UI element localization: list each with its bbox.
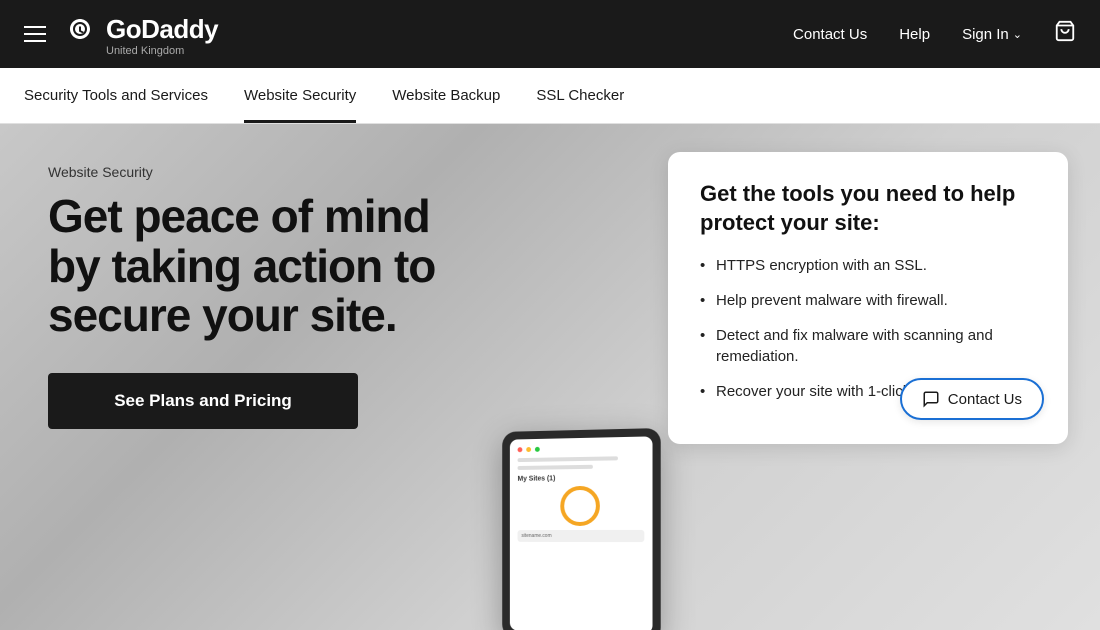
chevron-down-icon: ⌄ bbox=[1013, 28, 1022, 41]
logo-area: GoDaddy United Kingdom bbox=[62, 11, 218, 57]
hero-title: Get peace of mind by taking action to se… bbox=[48, 192, 440, 341]
tablet-title: My Sites (1) bbox=[518, 474, 645, 483]
tablet-line-1 bbox=[518, 456, 619, 462]
cart-icon[interactable] bbox=[1054, 20, 1076, 48]
nav-item-website-security[interactable]: Website Security bbox=[226, 68, 374, 123]
contact-us-nav-link[interactable]: Contact Us bbox=[793, 26, 867, 43]
sign-in-label: Sign In bbox=[962, 26, 1009, 43]
help-nav-link[interactable]: Help bbox=[899, 26, 930, 43]
dot-red bbox=[518, 447, 523, 452]
info-card-item-1: HTTPS encryption with an SSL. bbox=[700, 255, 1036, 276]
hero-left: Website Security Get peace of mind by ta… bbox=[0, 124, 480, 630]
dot-green bbox=[535, 447, 540, 452]
nav-item-website-backup[interactable]: Website Backup bbox=[374, 68, 518, 123]
brand-name: GoDaddy bbox=[106, 14, 218, 45]
chat-icon bbox=[922, 390, 940, 408]
secondary-nav: Security Tools and Services Website Secu… bbox=[0, 68, 1100, 124]
nav-item-security-tools[interactable]: Security Tools and Services bbox=[24, 68, 226, 123]
contact-us-float-button[interactable]: Contact Us bbox=[900, 378, 1044, 420]
tablet-mockup: My Sites (1) sitename.com bbox=[502, 428, 660, 630]
region-label: United Kingdom bbox=[106, 45, 184, 57]
nav-right: Contact Us Help Sign In ⌄ bbox=[793, 20, 1076, 48]
hero-label: Website Security bbox=[48, 164, 440, 180]
info-card: Get the tools you need to help protect y… bbox=[668, 152, 1068, 444]
hero-image-area: My Sites (1) sitename.com bbox=[480, 124, 680, 630]
info-card-item-3: Detect and fix malware with scanning and… bbox=[700, 325, 1036, 367]
top-nav: GoDaddy United Kingdom Contact Us Help S… bbox=[0, 0, 1100, 68]
tablet-circle bbox=[560, 486, 600, 526]
logo-link[interactable]: GoDaddy bbox=[62, 11, 218, 47]
cta-button[interactable]: See Plans and Pricing bbox=[48, 373, 358, 429]
hamburger-menu-icon[interactable] bbox=[24, 26, 46, 42]
info-card-title: Get the tools you need to help protect y… bbox=[700, 180, 1036, 237]
dot-yellow bbox=[526, 447, 531, 452]
contact-us-float-label: Contact Us bbox=[948, 391, 1022, 408]
nav-item-ssl-checker[interactable]: SSL Checker bbox=[518, 68, 642, 123]
nav-left: GoDaddy United Kingdom bbox=[24, 11, 218, 57]
tablet-card: sitename.com bbox=[518, 530, 645, 542]
tablet-line-2 bbox=[518, 465, 593, 470]
info-card-item-2: Help prevent malware with firewall. bbox=[700, 290, 1036, 311]
tablet-screen-header bbox=[518, 445, 645, 453]
hero-section: Website Security Get peace of mind by ta… bbox=[0, 124, 1100, 630]
tablet-screen: My Sites (1) sitename.com bbox=[510, 436, 653, 630]
godaddy-logo-icon bbox=[62, 11, 98, 47]
sign-in-button[interactable]: Sign In ⌄ bbox=[962, 26, 1022, 43]
